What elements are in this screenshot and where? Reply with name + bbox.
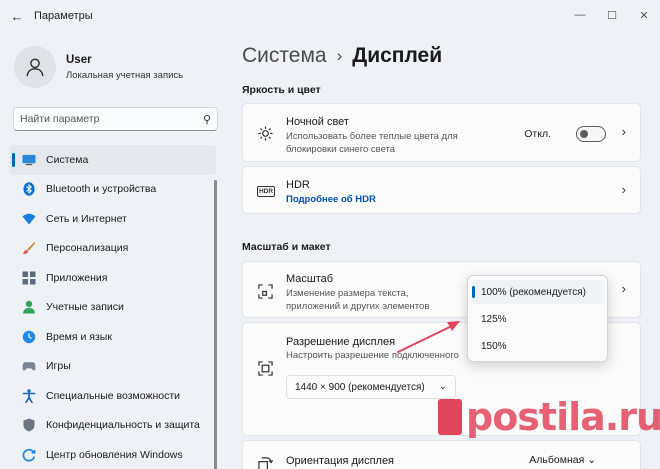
sidebar-item-label: Конфиденциальность и защита [46, 419, 200, 432]
sidebar-item-label: Приложения [46, 271, 108, 284]
resolution-title: Разрешение дисплея [286, 336, 396, 348]
orientation-title: Ориентация дисплея [286, 455, 395, 467]
user-icon [26, 58, 44, 77]
orientation-value: Альбомная [529, 454, 585, 466]
brush-icon [22, 241, 36, 255]
sidebar-item-label: Персонализация [46, 242, 129, 255]
account-type: Локальная учетная запись [66, 69, 184, 81]
accessibility-icon [22, 389, 36, 403]
chevron-right-icon: › [621, 281, 626, 296]
scale-option-label: 100% (рекомендуется) [481, 286, 586, 298]
postila-logo-icon [438, 399, 462, 435]
sidebar-item-personalization[interactable]: Персонализация [10, 234, 216, 264]
brightness-icon [257, 125, 273, 141]
breadcrumb: Система › Дисплей [242, 44, 442, 68]
sidebar: User Локальная учетная запись ⚲ Система … [0, 32, 232, 469]
orientation-card: Ориентация дисплея Альбомная ⌄ [242, 440, 641, 469]
avatar [14, 46, 56, 88]
gamepad-icon [22, 359, 36, 373]
sidebar-item-label: Специальные возможности [46, 389, 181, 402]
watermark: postila.ru [438, 395, 660, 439]
night-light-subtitle-1: Использовать более теплые цвета для [286, 131, 458, 142]
night-light-state: Откл. [524, 128, 551, 140]
scale-subtitle-2: приложений и других элементов [286, 300, 430, 312]
sidebar-item-label: Bluetooth и устройства [46, 183, 157, 196]
scale-option-label: 150% [481, 340, 507, 352]
page-title: Дисплей [352, 44, 443, 67]
chevron-down-icon: ⌄ [587, 454, 596, 466]
monitor-icon [22, 153, 36, 167]
breadcrumb-parent[interactable]: Система [242, 44, 327, 68]
user-profile[interactable]: User Локальная учетная запись [14, 46, 183, 88]
night-light-card[interactable]: Ночной свет Использовать более теплые цв… [242, 103, 641, 162]
scale-subtitle-1: Изменение размера текста, [286, 288, 409, 299]
breadcrumb-separator: › [336, 46, 343, 65]
sidebar-item-label: Система [46, 153, 89, 166]
sidebar-item-accessibility[interactable]: Специальные возможности [10, 381, 216, 411]
maximize-button[interactable]: ☐ [596, 0, 628, 30]
section-brightness-title: Яркость и цвет [242, 84, 321, 96]
sidebar-item-system[interactable]: Система [10, 145, 216, 175]
scale-option-150[interactable]: 150% [472, 334, 604, 358]
hdr-learn-more-link[interactable]: Подробнее об HDR [286, 194, 376, 205]
watermark-text: postila.ru [466, 395, 660, 439]
title-bar: ← Параметры — ☐ ✕ [0, 0, 660, 32]
window-controls: — ☐ ✕ [564, 0, 660, 30]
chevron-down-icon: ⌄ [438, 381, 447, 392]
scale-option-125[interactable]: 125% [472, 307, 604, 331]
minimize-button[interactable]: — [564, 0, 596, 30]
annotation-arrow [397, 321, 460, 353]
sidebar-item-label: Центр обновления Windows [46, 448, 183, 461]
shield-icon [22, 418, 36, 432]
sidebar-item-gaming[interactable]: Игры [10, 352, 216, 382]
orientation-icon [257, 455, 273, 469]
sidebar-item-time-language[interactable]: Время и язык [10, 322, 216, 352]
resolution-value: 1440 × 900 (рекомендуется) [295, 381, 425, 393]
search-icon[interactable]: ⚲ [203, 113, 211, 126]
sidebar-item-windows-update[interactable]: Центр обновления Windows [10, 440, 216, 469]
sidebar-item-privacy[interactable]: Конфиденциальность и защита [10, 411, 216, 441]
close-button[interactable]: ✕ [628, 0, 660, 30]
night-light-toggle[interactable] [576, 126, 606, 142]
sidebar-item-apps[interactable]: Приложения [10, 263, 216, 293]
sidebar-item-label: Время и язык [46, 330, 112, 343]
hdr-title: HDR [286, 179, 310, 191]
sidebar-item-bluetooth[interactable]: Bluetooth и устройства [10, 175, 216, 205]
resolution-dropdown[interactable]: 1440 × 900 (рекомендуется) ⌄ [286, 375, 456, 399]
update-icon [22, 448, 36, 462]
orientation-dropdown[interactable]: Альбомная ⌄ [529, 454, 596, 466]
wifi-icon [22, 212, 36, 226]
resolution-icon [257, 360, 273, 376]
sidebar-nav: Система Bluetooth и устройства Сеть и Ин… [10, 145, 216, 469]
chevron-right-icon: › [621, 124, 626, 139]
apps-icon [22, 271, 36, 285]
sidebar-item-label: Сеть и Интернет [46, 212, 127, 225]
user-name: User [66, 53, 92, 66]
search-input[interactable] [20, 113, 203, 125]
chevron-right-icon: › [621, 182, 626, 197]
sidebar-scrollbar[interactable] [214, 180, 217, 469]
scale-option-100[interactable]: 100% (рекомендуется) [472, 280, 604, 304]
sidebar-item-accounts[interactable]: Учетные записи [10, 293, 216, 323]
night-light-title: Ночной свет [286, 116, 349, 128]
scale-dropdown-menu: 100% (рекомендуется) 125% 150% [467, 275, 608, 362]
sidebar-item-network[interactable]: Сеть и Интернет [10, 204, 216, 234]
search-box[interactable]: ⚲ [13, 107, 218, 131]
account-icon [22, 300, 36, 314]
sidebar-item-label: Учетные записи [46, 301, 124, 314]
sidebar-item-label: Игры [46, 360, 71, 373]
scale-title: Масштаб [286, 273, 334, 285]
globe-clock-icon [22, 330, 36, 344]
app-title: Параметры [34, 10, 93, 22]
back-button[interactable]: ← [0, 0, 34, 32]
scale-option-label: 125% [481, 313, 507, 325]
hdr-card[interactable]: HDR HDR Подробнее об HDR › [242, 166, 641, 214]
section-scale-layout-title: Масштаб и макет [242, 241, 331, 253]
bluetooth-icon [22, 182, 36, 197]
night-light-subtitle-2: блокировки синего света [286, 143, 396, 155]
scale-icon [257, 283, 273, 299]
hdr-icon: HDR [256, 185, 276, 197]
